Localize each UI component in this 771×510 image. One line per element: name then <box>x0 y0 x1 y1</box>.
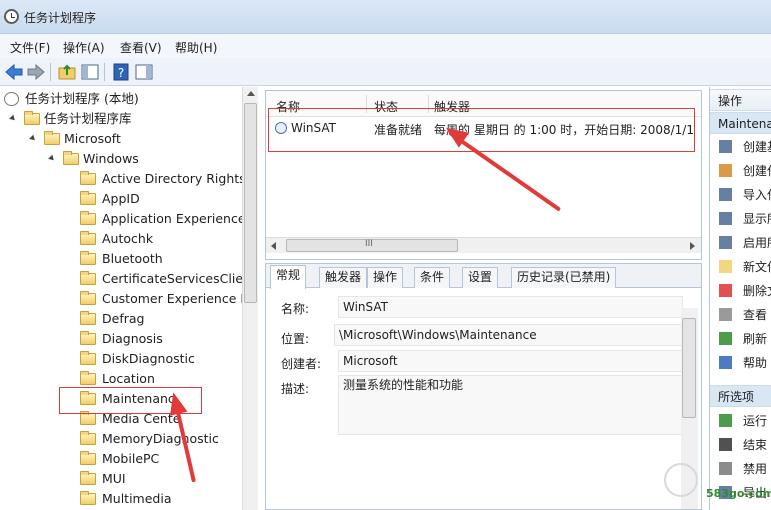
new-folder-icon <box>719 260 732 273</box>
task-scheduler-app-icon <box>4 9 19 24</box>
folder-icon <box>80 251 96 265</box>
action-display-all-running[interactable]: 显示所 <box>710 209 771 229</box>
folder-icon <box>80 231 96 245</box>
folder-icon <box>24 111 40 125</box>
actions-section-maintenance[interactable]: Maintena <box>710 112 771 134</box>
action-run[interactable]: 运行 <box>710 411 771 431</box>
folder-icon <box>80 191 96 205</box>
folder-icon <box>80 371 96 385</box>
title-bar: 任务计划程序 <box>0 0 771 34</box>
folder-icon <box>80 411 96 425</box>
folder-icon <box>80 171 96 185</box>
tree-scrollbar[interactable] <box>242 87 258 510</box>
menu-help[interactable]: 帮助(H) <box>175 39 217 56</box>
show-hide-console-tree-icon[interactable] <box>80 62 100 82</box>
description-label: 描述: <box>281 382 310 396</box>
location-label: 位置: <box>281 332 310 346</box>
tab-actions[interactable]: 操作 <box>367 267 404 288</box>
folder-icon <box>80 491 96 505</box>
tab-history[interactable]: 历史记录(已禁用) <box>511 267 617 288</box>
expand-triangle-icon[interactable] <box>29 134 37 143</box>
menu-bar: 文件(F) 操作(A) 查看(V) 帮助(H) <box>0 34 771 58</box>
menu-view[interactable]: 查看(V) <box>120 39 162 56</box>
scroll-left-arrow-icon[interactable] <box>271 242 276 250</box>
tab-triggers[interactable]: 触发器 <box>319 267 368 288</box>
expand-triangle-icon[interactable] <box>48 154 56 163</box>
run-icon <box>719 414 732 427</box>
action-new-folder[interactable]: 新文件 <box>710 257 771 277</box>
display-all-running-icon <box>719 212 732 225</box>
folder-icon <box>80 431 96 445</box>
up-folder-icon[interactable] <box>57 62 77 82</box>
action-disable[interactable]: 禁用 <box>710 459 771 479</box>
actions-section-selected-item[interactable]: 所选项 <box>710 385 771 407</box>
watermark-text: 583go.com <box>706 487 771 500</box>
scroll-up-arrow-icon[interactable] <box>247 91 255 96</box>
watermark-logo <box>664 463 698 497</box>
folder-icon <box>80 331 96 345</box>
actions-header: 操作 <box>710 89 771 111</box>
folder-icon <box>80 211 96 225</box>
action-view[interactable]: 查看 <box>710 305 771 325</box>
console-tree: 任务计划程序 (本地) 任务计划程序库 Microsoft Windows Ac… <box>0 87 258 510</box>
back-arrow-icon[interactable] <box>4 62 24 82</box>
folder-icon <box>80 451 96 465</box>
end-icon <box>719 438 732 451</box>
name-field[interactable]: WinSAT <box>338 296 683 318</box>
action-create-task[interactable]: 创建任 <box>710 161 771 181</box>
action-refresh[interactable]: 刷新 <box>710 329 771 349</box>
action-import-task[interactable]: 导入任 <box>710 185 771 205</box>
location-field[interactable]: \Microsoft\Windows\Maintenance <box>334 324 683 346</box>
refresh-icon <box>719 332 732 345</box>
import-task-icon <box>719 188 732 201</box>
scroll-thumb[interactable] <box>682 318 696 418</box>
task-list-hscrollbar[interactable]: III <box>266 237 701 253</box>
scroll-thumb[interactable] <box>244 103 257 303</box>
menu-action[interactable]: 操作(A) <box>63 39 105 56</box>
folder-icon <box>63 151 79 165</box>
expand-triangle-icon[interactable] <box>9 114 17 123</box>
tab-general[interactable]: 常规 <box>270 265 307 289</box>
tab-conditions[interactable]: 条件 <box>414 267 451 288</box>
menu-file[interactable]: 文件(F) <box>10 39 50 56</box>
create-task-icon <box>719 164 732 177</box>
author-field[interactable]: Microsoft <box>338 350 683 372</box>
delete-folder-icon <box>719 284 732 297</box>
svg-text:?: ? <box>118 66 124 80</box>
folder-icon <box>80 291 96 305</box>
action-delete-folder[interactable]: 删除文 <box>710 281 771 301</box>
description-field[interactable]: 测量系统的性能和功能 <box>338 375 683 435</box>
folder-icon <box>80 351 96 365</box>
create-basic-task-icon <box>719 140 732 153</box>
scroll-thumb[interactable]: III <box>286 239 458 252</box>
help-icon[interactable]: ? <box>111 62 131 82</box>
task-details: 常规 触发器 操作 条件 设置 历史记录(已禁用) 名称: WinSAT 位置:… <box>265 263 702 510</box>
action-create-basic-task[interactable]: 创建基 <box>710 137 771 157</box>
action-end[interactable]: 结束 <box>710 435 771 455</box>
tab-settings[interactable]: 设置 <box>462 267 499 288</box>
action-help[interactable]: 帮助 <box>710 353 771 373</box>
folder-icon <box>80 311 96 325</box>
highlight-box-task <box>268 108 695 152</box>
view-icon <box>719 308 732 321</box>
name-label: 名称: <box>281 302 310 316</box>
action-enable-all-history[interactable]: 启用所 <box>710 233 771 253</box>
detail-tabs: 常规 触发器 操作 条件 设置 历史记录(已禁用) <box>266 264 701 289</box>
author-label: 创建者: <box>281 357 322 371</box>
folder-icon <box>80 471 96 485</box>
enable-all-history-icon <box>719 236 732 249</box>
folder-icon <box>80 271 96 285</box>
folder-icon <box>44 131 60 145</box>
window-title: 任务计划程序 <box>24 11 97 25</box>
help-icon <box>719 356 732 369</box>
show-hide-action-pane-icon[interactable] <box>134 62 154 82</box>
disable-icon <box>719 462 732 475</box>
toolbar: ? <box>0 58 771 86</box>
scroll-right-arrow-icon[interactable] <box>690 242 695 250</box>
forward-arrow-icon[interactable] <box>26 62 46 82</box>
actions-pane: 操作 Maintena 创建基创建任导入任显示所启用所新文件删除文查看刷新帮助 … <box>709 87 771 510</box>
